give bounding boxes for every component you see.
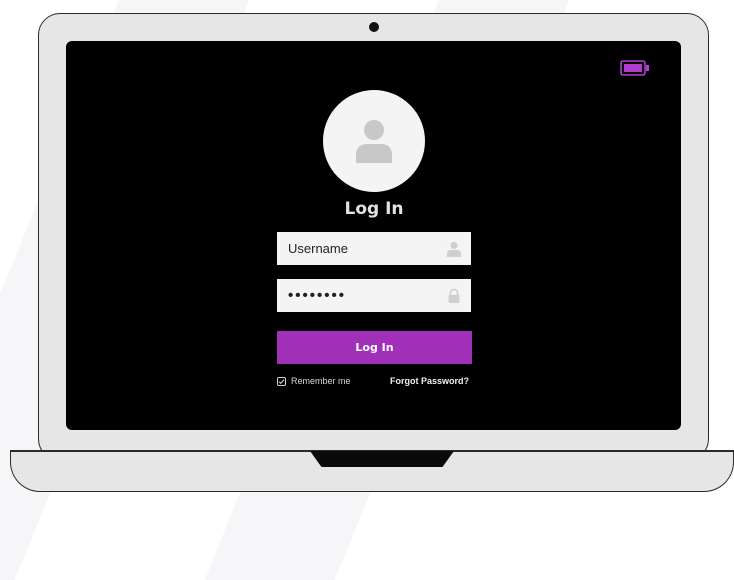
check-icon (278, 378, 285, 384)
battery-icon (620, 60, 649, 76)
username-field[interactable] (277, 232, 471, 265)
laptop-notch (310, 451, 454, 467)
user-icon (447, 241, 461, 257)
avatar (323, 90, 425, 192)
password-field[interactable] (277, 279, 471, 312)
page-title: Log In (344, 199, 404, 219)
checkbox-box[interactable] (277, 376, 286, 386)
remember-me-checkbox[interactable]: Remember me (277, 376, 351, 386)
username-input[interactable] (288, 241, 447, 256)
forgot-password-link[interactable]: Forgot Password? (390, 376, 469, 386)
lock-icon (448, 288, 460, 303)
login-button[interactable]: Log In (277, 331, 472, 364)
password-input[interactable] (288, 287, 447, 304)
webcam (369, 22, 379, 32)
remember-me-label: Remember me (291, 376, 351, 386)
user-icon (356, 120, 392, 163)
